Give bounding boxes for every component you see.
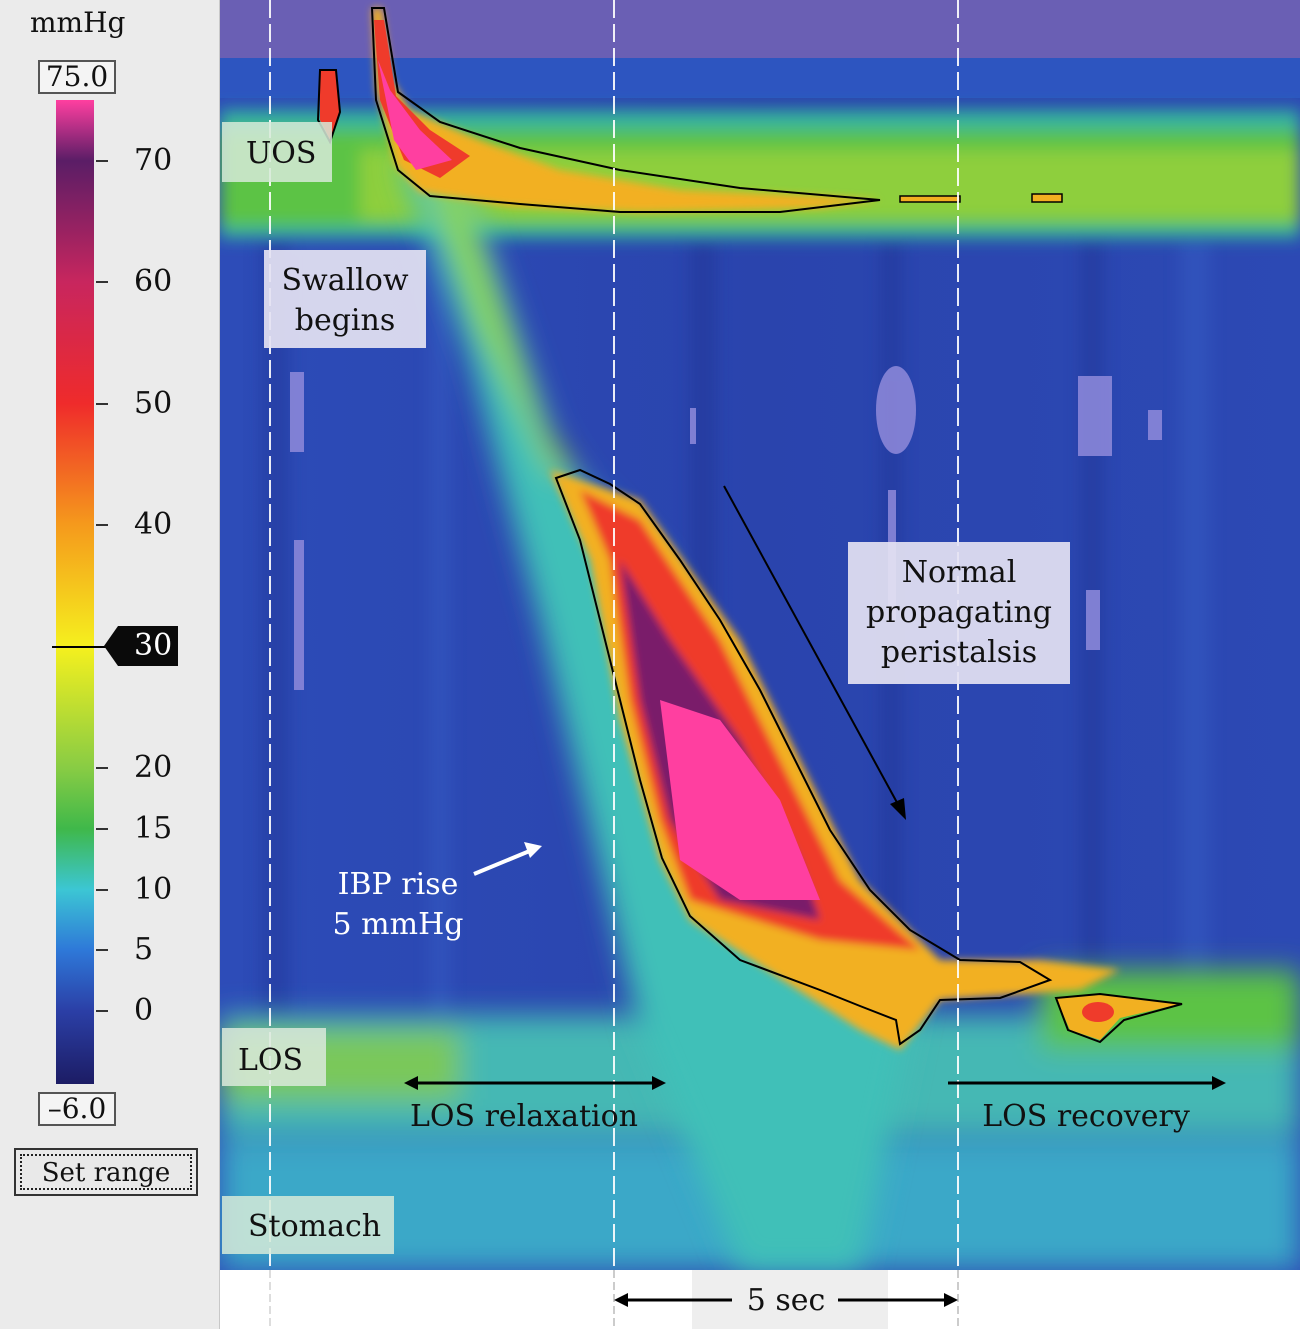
scale-tick: [96, 827, 108, 830]
scale-tick: [96, 949, 108, 952]
ibp-line-2: 5 mmHg: [333, 907, 464, 942]
scale-tick-label: 20: [134, 750, 173, 786]
uos-label: UOS: [246, 136, 316, 171]
scale-tick-label: 10: [134, 871, 173, 907]
scale-tick-label: 40: [134, 507, 173, 543]
scale-tick: [96, 888, 108, 891]
scale-max-field[interactable]: 75.0: [38, 60, 116, 94]
region-label-stomach: Stomach: [222, 1196, 394, 1254]
scale-tick: [96, 402, 108, 405]
time-scale-label: 5 sec: [747, 1283, 826, 1318]
scale-tick-label: 70: [134, 142, 173, 178]
scale-min-field[interactable]: –6.0: [38, 1092, 116, 1126]
scale-tick: [96, 281, 108, 284]
los-label: LOS: [238, 1043, 303, 1078]
region-label-los: LOS: [222, 1028, 326, 1086]
scale-tick: [96, 159, 108, 162]
swallow-begins-annotation: Swallow begins: [264, 250, 426, 348]
pressure-topography-plot: UOS LOS Stomach Swallow begins Normal prop…: [220, 0, 1300, 1270]
scale-tick: [96, 767, 108, 770]
los-recovery-label: LOS recovery: [982, 1099, 1190, 1134]
set-range-button[interactable]: Set range: [14, 1148, 198, 1196]
uos-band: [220, 110, 1300, 238]
stomach-label: Stomach: [248, 1209, 381, 1244]
scale-unit-label: mmHg: [30, 6, 126, 39]
scale-tick-label: 50: [134, 385, 173, 421]
pressure-scale-panel: mmHg 75.0 70 60 50 40 20 15 10 5 0 30 –6.0 Set r…: [0, 0, 220, 1329]
time-axis: 5 sec: [220, 1270, 1300, 1329]
pressure-color-scale: [56, 100, 94, 1084]
scale-tick-label: 0: [134, 993, 154, 1029]
ibp-line-1: IBP rise: [338, 867, 459, 902]
peristalsis-annotation: Normal propagating peristalsis: [848, 542, 1070, 684]
scale-tick: [96, 1010, 108, 1013]
scale-tick-label: 15: [134, 810, 173, 846]
region-label-uos: UOS: [222, 122, 332, 182]
scale-tick-label: 60: [134, 264, 173, 300]
scale-tick-label: 5: [134, 932, 154, 968]
scale-tick: [96, 524, 108, 527]
los-relaxation-label: LOS relaxation: [410, 1099, 638, 1134]
isobar-marker-line: [52, 646, 112, 648]
isobar-marker-badge[interactable]: 30: [104, 626, 178, 666]
